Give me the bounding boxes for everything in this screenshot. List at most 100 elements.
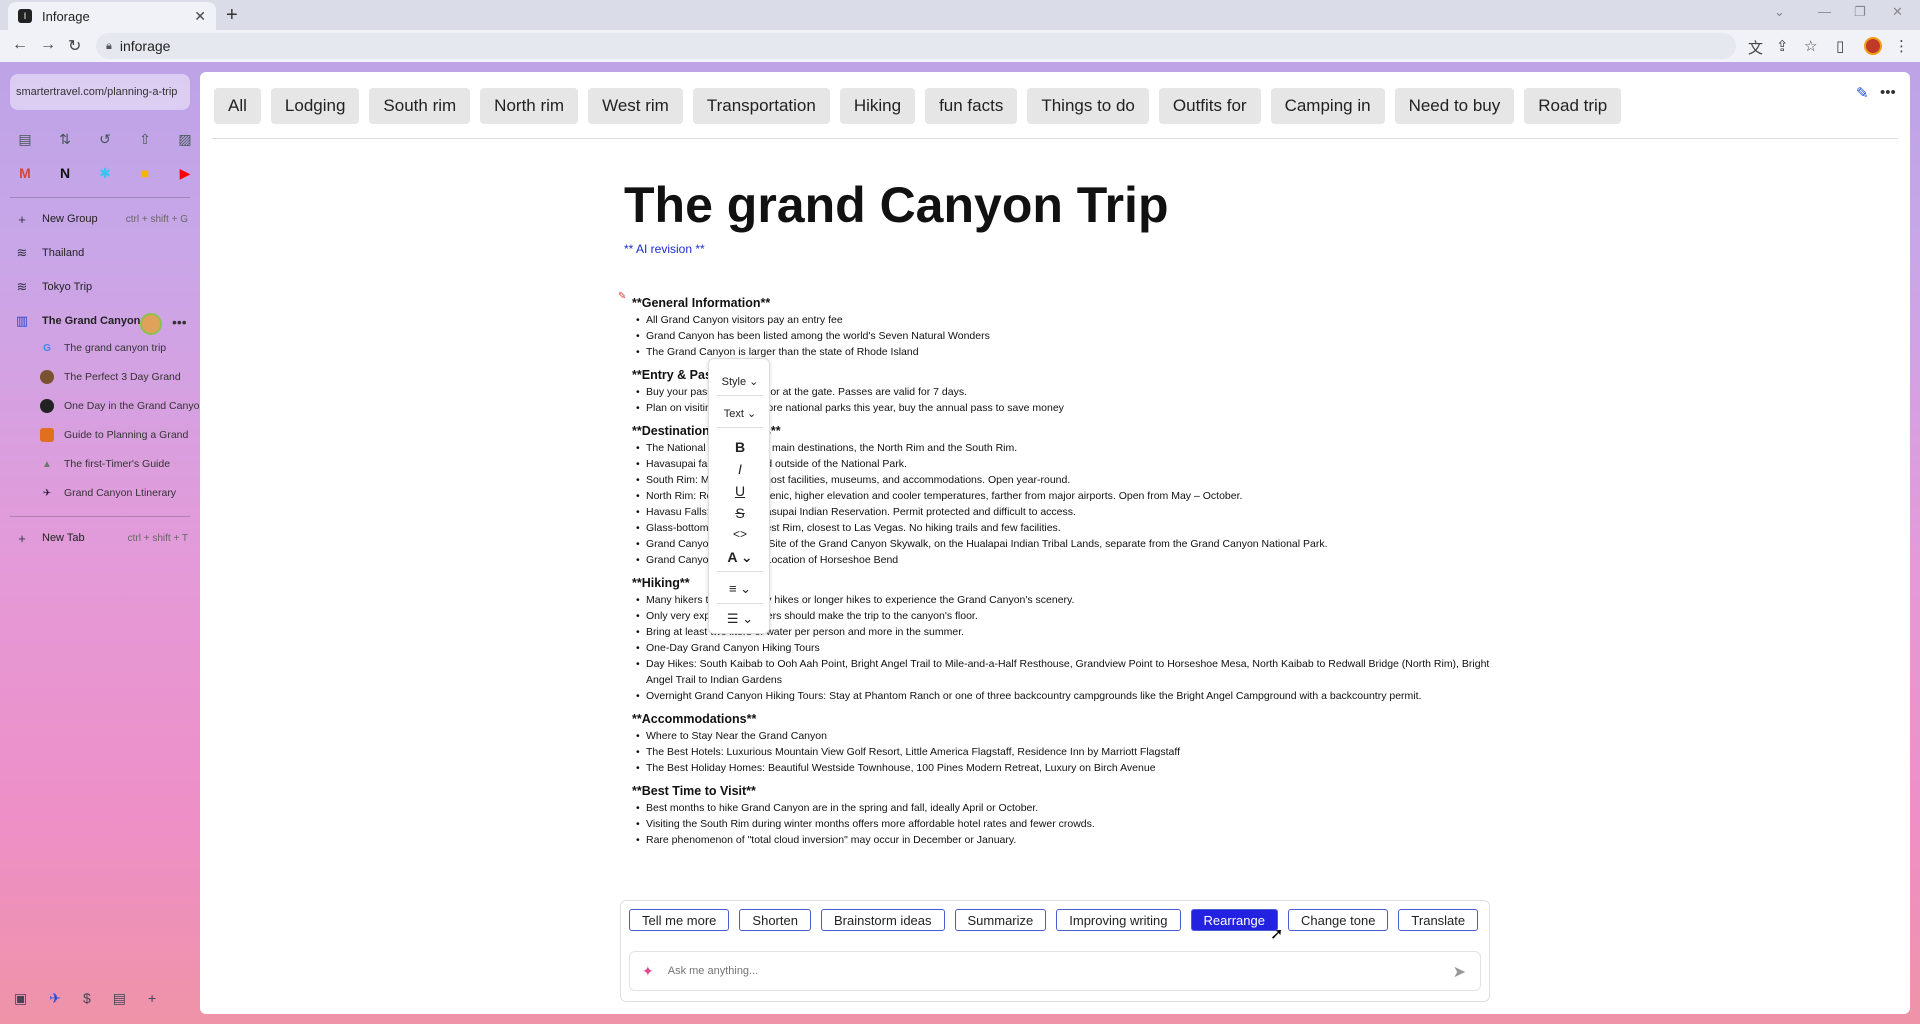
ask-input[interactable]	[667, 965, 1428, 977]
site-icon	[40, 428, 54, 442]
send-icon[interactable]: ➤	[1453, 962, 1466, 982]
italic-button[interactable]: I	[709, 461, 771, 477]
sidebar-url-field[interactable]: smartertravel.com/planning-a-trip	[10, 74, 190, 110]
bullet-item: Day Hikes: South Kaibab to Ooh Aah Point…	[632, 656, 1492, 688]
profile-avatar[interactable]	[1864, 37, 1882, 55]
code-button[interactable]: <>	[709, 527, 771, 541]
sidebar-group-tokyo[interactable]: ≋ Tokyo Trip	[14, 276, 194, 298]
edit-icon[interactable]: ✎	[1856, 84, 1869, 102]
font-color-button[interactable]: A ⌄	[709, 549, 771, 566]
history-icon[interactable]: ↺	[94, 128, 116, 150]
topic-chip[interactable]: Things to do	[1027, 88, 1149, 124]
airplane-icon[interactable]: ✈	[49, 990, 61, 1007]
sidebar-tab-label: One Day in the Grand Canyon	[64, 400, 200, 412]
new-tab-button[interactable]: + New Tab ctrl + shift + T	[14, 527, 194, 549]
ai-action-button[interactable]: Translate	[1398, 909, 1479, 931]
slack-icon[interactable]: ✱	[94, 162, 116, 184]
topic-chip[interactable]: fun facts	[925, 88, 1018, 124]
add-icon[interactable]: +	[148, 990, 156, 1007]
topic-chip[interactable]: Lodging	[270, 88, 360, 124]
strikethrough-button[interactable]: S	[709, 505, 771, 521]
ai-action-button[interactable]: Improving writing	[1056, 909, 1181, 931]
bookmark-star-icon[interactable]: ☆	[1804, 37, 1817, 55]
address-input[interactable]: 🔒︎ inforage	[96, 33, 1736, 59]
new-tab-label: New Tab	[42, 532, 85, 544]
bold-button[interactable]: B	[709, 439, 771, 455]
topic-chip[interactable]: Transportation	[692, 88, 830, 124]
dollar-icon[interactable]: $	[83, 990, 91, 1007]
ai-action-button[interactable]: Change tone	[1287, 909, 1389, 931]
bullet-item: Where to Stay Near the Grand Canyon	[632, 728, 1492, 744]
tree-icon: ▲	[42, 458, 52, 470]
gmail-icon[interactable]: M	[14, 162, 36, 184]
restore-icon[interactable]: ❐	[1854, 4, 1866, 20]
browser-tab[interactable]: I Inforage ✕	[8, 2, 216, 30]
ai-action-button[interactable]: Brainstorm ideas	[820, 909, 945, 931]
topic-chip[interactable]: Hiking	[839, 88, 916, 124]
topic-chip[interactable]: South rim	[369, 88, 471, 124]
reload-icon[interactable]: ↻	[68, 36, 81, 56]
back-icon[interactable]: ←	[12, 36, 28, 54]
list-dropdown[interactable]: ☰ ⌄	[709, 611, 771, 627]
sidebar-group-thailand[interactable]: ≋ Thailand	[14, 242, 194, 264]
topic-chip[interactable]: West rim	[588, 88, 683, 124]
close-window-icon[interactable]: ✕	[1892, 4, 1903, 20]
ai-prompt-field[interactable]: ✦ ➤	[629, 951, 1481, 991]
document-section: **Best Time to Visit** Best months to hik…	[632, 784, 1492, 848]
translate-icon[interactable]: 文	[1748, 37, 1763, 58]
document-section: **Accommodations** Where to Stay Near the…	[632, 712, 1492, 776]
sidebar-bottom-bar: ▣ ✈ $ ▤ +	[14, 990, 156, 1007]
topic-chip[interactable]: Need to buy	[1394, 88, 1515, 124]
document-title[interactable]: The grand Canyon Trip	[624, 176, 1168, 234]
notion-icon[interactable]: N	[54, 162, 76, 184]
minimize-icon[interactable]: —	[1818, 4, 1831, 19]
close-tab-icon[interactable]: ✕	[194, 8, 206, 25]
sidebar-group-grand-canyon[interactable]: ▥ The Grand Canyon	[14, 310, 194, 332]
sidebar-tab-item[interactable]: Guide to Planning a Grand	[40, 425, 200, 445]
toolbox-divider	[717, 603, 763, 604]
sidebar-tab-item[interactable]: ▲ The first-Timer's Guide	[40, 454, 200, 474]
topic-chip[interactable]: All	[214, 88, 261, 124]
upload-icon[interactable]: ⇧	[134, 128, 156, 150]
bullet-item: The Best Holiday Homes: Beautiful Westsi…	[632, 760, 1492, 776]
ai-action-button[interactable]: Summarize	[954, 909, 1047, 931]
sidebar-tab-item[interactable]: ✈ Grand Canyon Ltinerary	[40, 483, 200, 503]
sidebar-tab-item[interactable]: G The grand canyon trip	[40, 338, 200, 358]
document-section: **General Information** All Grand Canyon …	[632, 296, 1492, 360]
more-icon[interactable]: •••	[1880, 84, 1896, 101]
new-tab-plus-icon[interactable]: +	[226, 4, 238, 27]
image-icon[interactable]: ▨	[174, 128, 196, 150]
youtube-icon[interactable]: ▶	[174, 162, 196, 184]
share-icon[interactable]: ⇪	[1776, 37, 1789, 55]
browser-menu-icon[interactable]: ⋮	[1894, 37, 1909, 55]
text-dropdown[interactable]: Text ⌄	[709, 407, 771, 420]
side-panel-icon[interactable]: ▯	[1836, 37, 1844, 55]
style-dropdown[interactable]: Style ⌄	[709, 375, 771, 388]
forward-icon[interactable]: →	[40, 36, 56, 54]
new-group-button[interactable]: + New Group ctrl + shift + G	[14, 208, 194, 230]
sidebar-tab-item[interactable]: One Day in the Grand Canyon	[40, 396, 200, 416]
bullet-list: Where to Stay Near the Grand Canyon The B…	[632, 728, 1492, 776]
address-bar-row: ← → ↻ 🔒︎ inforage 文 ⇪ ☆ ▯ ⋮	[0, 30, 1920, 62]
topic-chip[interactable]: Outfits for	[1158, 88, 1261, 124]
sidebar-tab-label: The Perfect 3 Day Grand	[64, 371, 181, 383]
sort-icon[interactable]: ⇅	[54, 128, 76, 150]
more-options-icon[interactable]: •••	[172, 314, 187, 330]
briefcase-icon[interactable]: ▣	[14, 990, 27, 1007]
layout-icon[interactable]: ▤	[14, 128, 36, 150]
underline-button[interactable]: U	[709, 483, 771, 499]
tab-search-chevron-icon[interactable]: ⌄	[1774, 4, 1785, 20]
align-dropdown[interactable]: ≡ ⌄	[709, 581, 771, 597]
topic-chip[interactable]: Road trip	[1524, 88, 1622, 124]
topic-chip[interactable]: Camping in	[1270, 88, 1385, 124]
ai-action-button[interactable]: Shorten	[739, 909, 811, 931]
topic-chip[interactable]: North rim	[480, 88, 579, 124]
stack-icon: ≋	[16, 245, 28, 260]
ai-action-button[interactable]: Rearrange	[1190, 909, 1278, 931]
notes-icon[interactable]: ▤	[113, 990, 126, 1007]
bullet-list: All Grand Canyon visitors pay an entry f…	[632, 312, 1492, 360]
ai-action-button[interactable]: Tell me more	[629, 909, 730, 931]
sidebar-tab-item[interactable]: The Perfect 3 Day Grand	[40, 367, 200, 387]
new-group-shortcut: ctrl + shift + G	[125, 213, 188, 225]
miro-icon[interactable]: ■	[134, 162, 156, 184]
